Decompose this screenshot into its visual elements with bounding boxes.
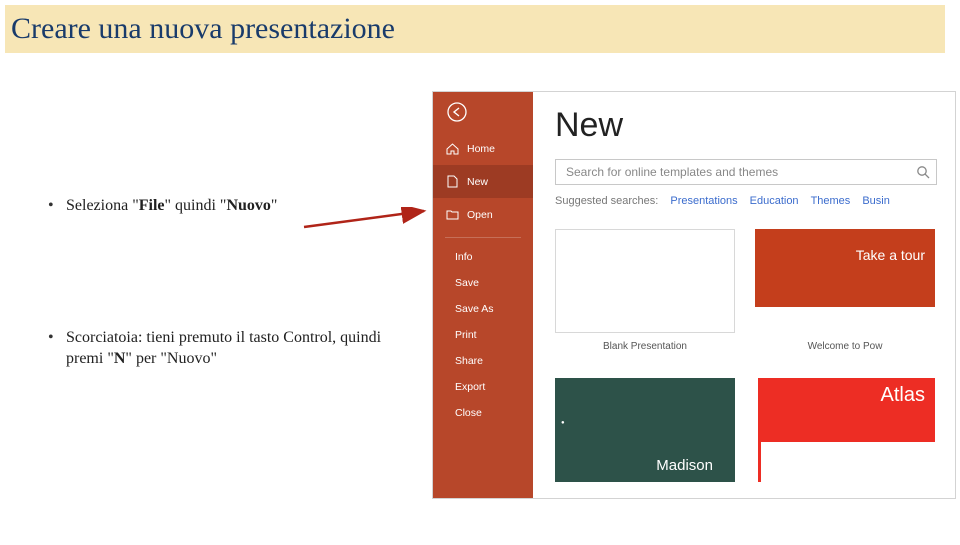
nav-label: Close: [455, 407, 482, 419]
powerpoint-backstage: Home New Open Info Save Save As Print Sh…: [432, 91, 956, 499]
template-madison[interactable]: ● Madison: [555, 378, 735, 482]
bullet-bold: N: [114, 350, 126, 367]
decor-dot: ●: [561, 420, 565, 426]
template-blank[interactable]: Blank Presentation: [555, 229, 735, 352]
tour-label: Take a tour: [856, 247, 925, 263]
madison-label: Madison: [656, 457, 713, 474]
template-thumb: Take a tour: [755, 229, 935, 333]
atlas-label: Atlas: [881, 384, 925, 407]
arrow-icon: [302, 207, 432, 233]
main-heading: New: [555, 106, 955, 145]
bullet-text: ": [271, 197, 278, 214]
template-row: Blank Presentation Take a tour Welcome t…: [555, 229, 955, 352]
suggest-link[interactable]: Education: [750, 195, 799, 207]
nav-print[interactable]: Print: [433, 322, 533, 348]
bullet-bold: File: [139, 197, 165, 214]
nav-label: Home: [467, 143, 495, 155]
suggest-label: Suggested searches:: [555, 195, 658, 207]
nav-open[interactable]: Open: [433, 198, 533, 231]
bullet-text: Seleziona ": [66, 197, 139, 214]
home-icon: [445, 143, 459, 155]
bullet-item-2: Scorciatoia: tieni premuto il tasto Cont…: [48, 327, 408, 370]
nav-label: Open: [467, 209, 493, 221]
backstage-main: New Search for online templates and them…: [533, 92, 955, 498]
suggest-link[interactable]: Busin: [862, 195, 890, 207]
page-title: Creare una nuova presentazione: [11, 12, 395, 46]
nav-new[interactable]: New: [433, 165, 533, 198]
nav-home[interactable]: Home: [433, 132, 533, 165]
nav-separator: [445, 237, 521, 238]
nav-export[interactable]: Export: [433, 374, 533, 400]
open-icon: [445, 209, 459, 220]
new-icon: [445, 175, 459, 188]
search-icon: [916, 165, 930, 179]
template-row: ● Madison Atlas: [555, 378, 955, 482]
nav-label: Share: [455, 355, 483, 367]
backstage-nav: Home New Open Info Save Save As Print Sh…: [433, 92, 533, 498]
back-button[interactable]: [433, 92, 533, 132]
template-atlas[interactable]: Atlas: [755, 378, 935, 482]
nav-info[interactable]: Info: [433, 244, 533, 270]
template-search[interactable]: Search for online templates and themes: [555, 159, 937, 185]
nav-label: New: [467, 176, 488, 188]
bullet-bold: Nuovo: [226, 197, 270, 214]
search-placeholder: Search for online templates and themes: [566, 165, 778, 179]
title-banner: Creare una nuova presentazione: [5, 5, 945, 53]
template-caption: Blank Presentation: [555, 341, 735, 352]
suggest-link[interactable]: Themes: [811, 195, 851, 207]
nav-label: Print: [455, 329, 477, 341]
template-thumb: [555, 229, 735, 333]
nav-label: Save: [455, 277, 479, 289]
bullet-text: " quindi ": [165, 197, 227, 214]
nav-label: Export: [455, 381, 485, 393]
template-caption: Welcome to Pow: [755, 341, 935, 352]
template-thumb: Atlas: [755, 378, 935, 482]
bullet-text: " per "Nuovo": [125, 350, 217, 367]
template-thumb: ● Madison: [555, 378, 735, 482]
nav-close[interactable]: Close: [433, 400, 533, 426]
nav-saveas[interactable]: Save As: [433, 296, 533, 322]
nav-share[interactable]: Share: [433, 348, 533, 374]
template-tour[interactable]: Take a tour Welcome to Pow: [755, 229, 935, 352]
nav-save[interactable]: Save: [433, 270, 533, 296]
bullet-list: Seleziona "File" quindi "Nuovo" Scorciat…: [48, 195, 408, 480]
nav-label: Info: [455, 251, 473, 263]
suggest-link[interactable]: Presentations: [670, 195, 737, 207]
nav-label: Save As: [455, 303, 494, 315]
back-arrow-icon: [447, 102, 467, 122]
suggested-searches: Suggested searches: Presentations Educat…: [555, 195, 955, 207]
